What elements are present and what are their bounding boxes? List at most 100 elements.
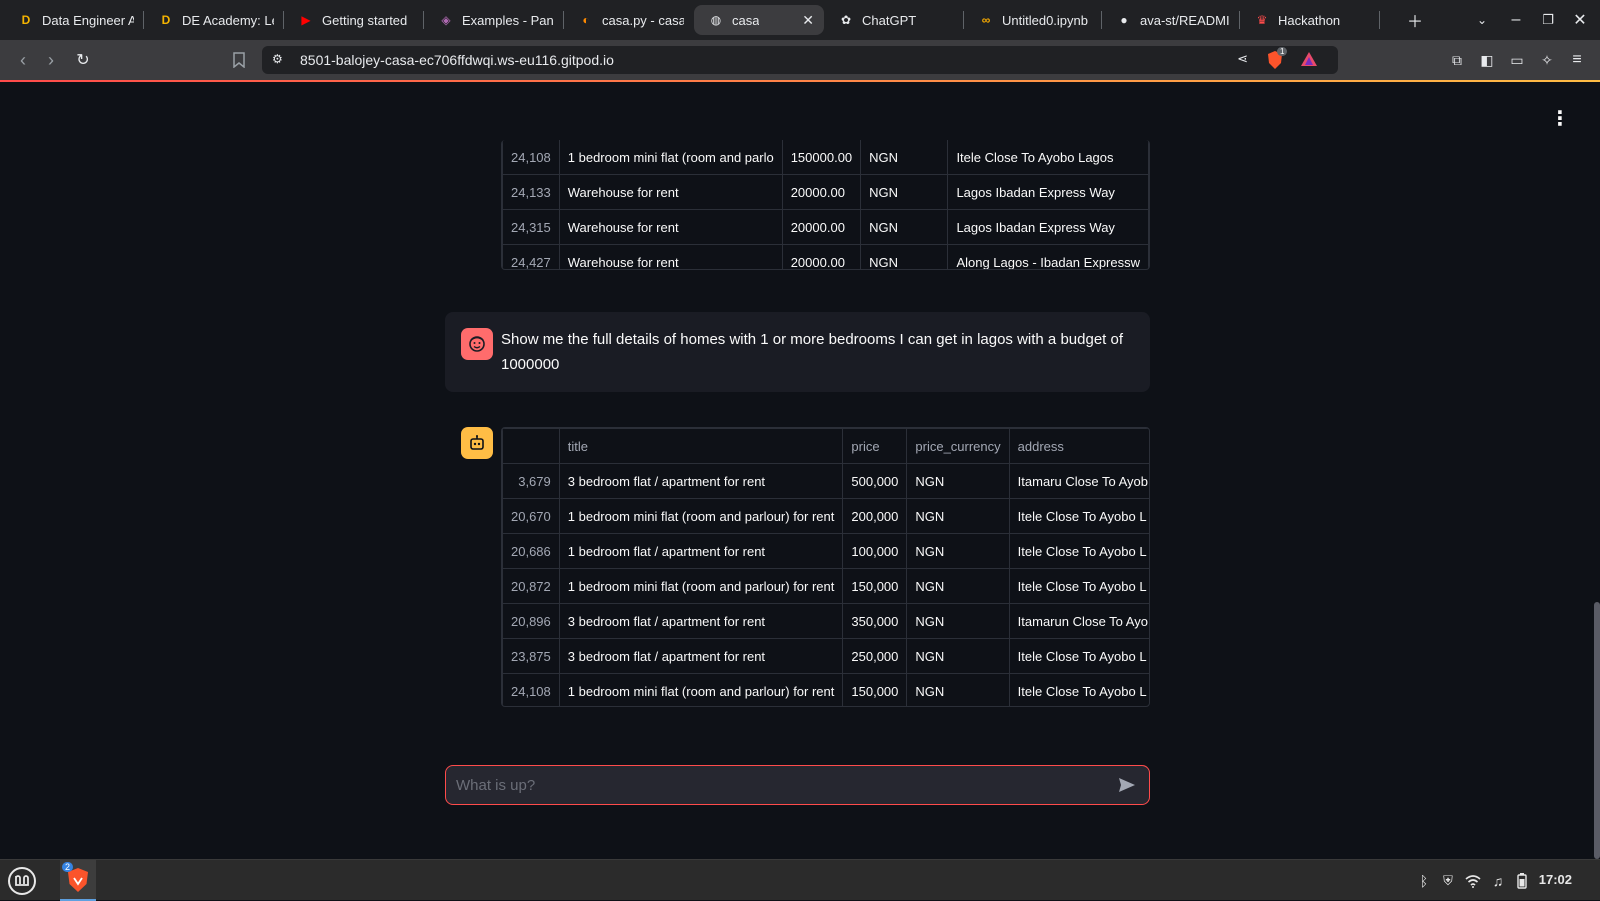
menu-icon[interactable]: ≡ (1562, 40, 1592, 80)
taskbar-clock[interactable]: 17:02 (1539, 872, 1572, 887)
sidebar-icon[interactable]: ◧ (1472, 40, 1502, 80)
title-cell[interactable]: 1 bedroom flat / apartment for rent (558, 533, 844, 569)
forward-button[interactable]: › (36, 40, 66, 80)
restore-button[interactable]: ❐ (1534, 0, 1562, 40)
currency-cell[interactable]: NGN (860, 174, 949, 210)
table-row[interactable]: 24,133 Warehouse for rent 20000.00 NGN Lagos… (502, 174, 1149, 210)
row-index-cell[interactable]: 20,686 (502, 533, 560, 569)
currency-cell[interactable]: NGN (860, 209, 949, 245)
price-cell[interactable]: 200,000 (842, 498, 908, 534)
price-currency-column-header[interactable]: price_currency (906, 428, 1010, 464)
url-text[interactable]: 8501-balojey-casa-ec706ffdwqi.ws-eu116.g… (300, 52, 614, 68)
currency-cell[interactable]: NGN (906, 673, 1010, 706)
chat-input-box[interactable] (445, 765, 1150, 805)
address-cell[interactable]: Itele Close To Ayobo L (1008, 673, 1149, 706)
streamlit-menu-icon[interactable]: ⋮ (1550, 106, 1570, 131)
row-index-cell[interactable]: 20,670 (502, 498, 560, 534)
currency-cell[interactable]: NGN (906, 603, 1010, 639)
bookmark-icon[interactable] (224, 40, 254, 80)
browser-tab[interactable]: ▶ Getting started (284, 0, 424, 40)
browser-tab[interactable]: D Data Engineer A (4, 0, 144, 40)
browser-tab[interactable]: ∞ Untitled0.ipynb (964, 0, 1102, 40)
currency-cell[interactable]: NGN (906, 463, 1010, 499)
currency-cell[interactable]: NGN (906, 568, 1010, 604)
row-index-cell[interactable]: 24,315 (502, 209, 560, 245)
share-icon[interactable]: ⋖ (1237, 51, 1248, 67)
currency-cell[interactable]: NGN (860, 140, 949, 175)
browser-tab[interactable]: ◈ Examples - Pan (424, 0, 564, 40)
price-cell[interactable]: 20000.00 (781, 209, 862, 245)
table-row[interactable]: 23,875 3 bedroom flat / apartment for ren… (502, 638, 1149, 674)
sound-icon[interactable]: ♫ (1488, 860, 1508, 901)
row-index-cell[interactable]: 3,679 (502, 463, 560, 499)
brave-rewards-icon[interactable] (1300, 51, 1318, 72)
title-cell[interactable]: 3 bedroom flat / apartment for rent (558, 603, 844, 639)
currency-cell[interactable]: NGN (906, 533, 1010, 569)
reload-button[interactable]: ↻ (68, 40, 98, 80)
title-cell[interactable]: 1 bedroom mini flat (room and parlour) f… (558, 673, 844, 706)
price-cell[interactable]: 500,000 (842, 463, 908, 499)
browser-tab[interactable]: D DE Academy: Le (144, 0, 284, 40)
new-tab-button[interactable]: ＋ (1400, 0, 1430, 40)
shield-tray-icon[interactable]: ⛨ (1438, 860, 1458, 901)
price-cell[interactable]: 250,000 (842, 638, 908, 674)
price-cell[interactable]: 150,000 (842, 673, 908, 706)
row-index-cell[interactable]: 23,875 (502, 638, 560, 674)
brave-shield-icon[interactable]: 1 (1266, 47, 1288, 70)
address-cell[interactable]: Itele Close To Ayobo Lagos (947, 140, 1149, 175)
send-icon[interactable] (1117, 775, 1139, 797)
row-index-cell[interactable]: 24,108 (502, 140, 560, 175)
extensions-icon[interactable]: ⧉ (1442, 40, 1472, 80)
tab-search-chevron-icon[interactable]: ⌄ (1470, 0, 1494, 40)
address-cell[interactable]: Itele Close To Ayobo L (1008, 638, 1149, 674)
address-cell[interactable]: Lagos Ibadan Express Way (947, 174, 1149, 210)
address-cell[interactable]: Lagos Ibadan Express Way (947, 209, 1149, 245)
battery-icon[interactable] (1512, 860, 1532, 901)
address-cell[interactable]: Itamaru Close To Ayob (1008, 463, 1149, 499)
address-cell[interactable]: Itele Close To Ayobo L (1008, 568, 1149, 604)
title-cell[interactable]: 1 bedroom mini flat (room and parlo (558, 140, 783, 175)
table-row[interactable]: 20,686 1 bedroom flat / apartment for ren… (502, 533, 1149, 569)
row-index-cell[interactable]: 24,427 (502, 244, 560, 269)
title-cell[interactable]: 1 bedroom mini flat (room and parlour) f… (558, 568, 844, 604)
browser-tab[interactable]: ◍ casa ✕ (694, 5, 824, 35)
price-cell[interactable]: 350,000 (842, 603, 908, 639)
price-column-header[interactable]: price (842, 428, 908, 464)
currency-cell[interactable]: NGN (906, 498, 1010, 534)
back-button[interactable]: ‹ (8, 40, 38, 80)
browser-tab[interactable]: ♛ Hackathon (1240, 0, 1380, 40)
price-cell[interactable]: 150,000 (842, 568, 908, 604)
browser-tab[interactable]: ◐ casa.py - casa - (564, 0, 694, 40)
table-row[interactable]: 20,896 3 bedroom flat / apartment for ren… (502, 603, 1149, 639)
row-index-cell[interactable]: 24,133 (502, 174, 560, 210)
currency-cell[interactable]: NGN (906, 638, 1010, 674)
title-cell[interactable]: 3 bedroom flat / apartment for rent (558, 463, 844, 499)
title-cell[interactable]: 1 bedroom mini flat (room and parlour) f… (558, 498, 844, 534)
table-row[interactable]: 24,427 Warehouse for rent 20000.00 NGN Along… (502, 244, 1149, 269)
address-cell[interactable]: Itele Close To Ayobo L (1008, 498, 1149, 534)
title-cell[interactable]: Warehouse for rent (558, 209, 783, 245)
close-tab-icon[interactable]: ✕ (794, 12, 814, 29)
wallet-icon[interactable]: ▭ (1502, 40, 1532, 80)
index-header[interactable] (502, 428, 560, 464)
title-cell[interactable]: Warehouse for rent (558, 174, 783, 210)
title-cell[interactable]: 3 bedroom flat / apartment for rent (558, 638, 844, 674)
leo-ai-icon[interactable]: ✧ (1532, 40, 1562, 80)
previous-results-table[interactable]: 24,108 1 bedroom mini flat (room and parl… (501, 140, 1150, 270)
table-row[interactable]: 20,872 1 bedroom mini flat (room and parl… (502, 568, 1149, 604)
address-cell[interactable]: Itamarun Close To Ayo (1008, 603, 1149, 639)
row-index-cell[interactable]: 24,108 (502, 673, 560, 706)
site-settings-icon[interactable]: ⚙ (272, 52, 283, 66)
price-cell[interactable]: 150000.00 (781, 140, 862, 175)
table-row[interactable]: 20,670 1 bedroom mini flat (room and parl… (502, 498, 1149, 534)
taskbar-brave-app[interactable]: 2 (60, 860, 96, 901)
address-cell[interactable]: Itele Close To Ayobo L (1008, 533, 1149, 569)
title-column-header[interactable]: title (558, 428, 844, 464)
price-cell[interactable]: 20000.00 (781, 244, 862, 269)
title-cell[interactable]: Warehouse for rent (558, 244, 783, 269)
table-row[interactable]: 24,108 1 bedroom mini flat (room and parl… (502, 140, 1149, 175)
browser-tab[interactable]: ✿ ChatGPT (824, 0, 964, 40)
address-cell[interactable]: Along Lagos - Ibadan Expressw (947, 244, 1149, 269)
price-cell[interactable]: 20000.00 (781, 174, 862, 210)
scrollbar-thumb[interactable] (1594, 602, 1600, 859)
